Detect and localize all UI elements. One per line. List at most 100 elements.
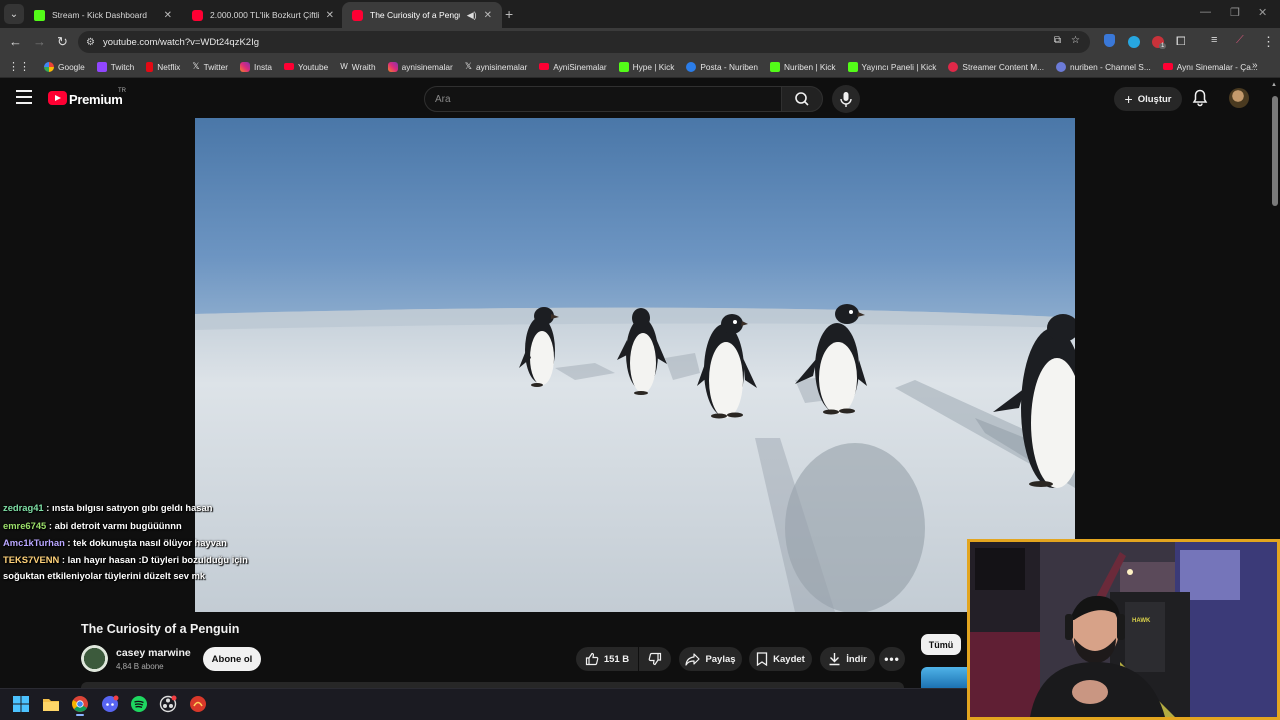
share-button[interactable]: Paylaş bbox=[679, 647, 742, 671]
file-explorer-icon[interactable] bbox=[42, 695, 60, 713]
menu-icon[interactable] bbox=[16, 90, 32, 108]
back-icon[interactable]: ← bbox=[9, 34, 22, 49]
microphone-icon bbox=[840, 92, 852, 107]
bookmark-yayinci-paneli[interactable]: Yayıncı Paneli | Kick bbox=[847, 61, 936, 72]
account-avatar[interactable] bbox=[1229, 88, 1249, 108]
x-icon: 𝕏 bbox=[192, 61, 200, 71]
netflix-icon bbox=[146, 61, 154, 72]
youtube-brand[interactable]: Premium bbox=[69, 92, 123, 107]
maximize-icon[interactable]: ❐ bbox=[1230, 6, 1240, 19]
recommended-thumbnail[interactable] bbox=[921, 667, 969, 689]
close-icon[interactable]: ✕ bbox=[484, 10, 492, 21]
game-launcher-icon[interactable] bbox=[189, 695, 207, 713]
like-button[interactable]: 151 B bbox=[576, 647, 638, 671]
chat-message: TEKS7VENN : lan hayır hasan :D tüyleri b… bbox=[3, 553, 248, 581]
search-button[interactable] bbox=[781, 86, 823, 112]
kick-icon bbox=[34, 9, 45, 21]
profile-icon[interactable]: ⟋ bbox=[1236, 34, 1244, 47]
video-title: The Curiosity of a Penguin bbox=[81, 622, 240, 636]
bookmark-insta[interactable]: Insta bbox=[240, 61, 273, 72]
bookmark-label: Insta bbox=[254, 61, 273, 72]
shield-extension-icon[interactable] bbox=[1104, 34, 1115, 47]
address-bar[interactable]: ⚙ youtube.com/watch?v=WDt24qzK2Ig ⧉ ☆ bbox=[78, 31, 1090, 53]
chat-message: zedrag41 : ınsta bılgısı satıyon gıbı ge… bbox=[3, 502, 213, 513]
extension-icon[interactable] bbox=[1128, 36, 1140, 48]
save-label: Kaydet bbox=[773, 653, 805, 665]
channel-name[interactable]: casey marwine bbox=[116, 647, 191, 659]
menu-dots-icon[interactable]: ⋮ bbox=[1262, 34, 1275, 50]
bookmark-label: Youtube bbox=[298, 61, 329, 72]
tab-search-menu-button[interactable]: ⌄ bbox=[4, 4, 24, 24]
windows-start-icon[interactable] bbox=[12, 695, 30, 713]
bookmark-streamer-content[interactable]: Streamer Content M... bbox=[948, 61, 1044, 72]
site-info-icon[interactable]: ⚙ bbox=[86, 37, 95, 48]
bookmark-nuriben-kick[interactable]: Nuriben | Kick bbox=[770, 61, 836, 72]
minimize-icon[interactable]: — bbox=[1200, 6, 1211, 18]
tab-bozkurt-video[interactable]: 2.000.000 TL'lik Bozkurt Çiftliği ✕ bbox=[182, 2, 344, 28]
scrollbar-thumb[interactable] bbox=[1272, 96, 1278, 206]
discord-icon[interactable] bbox=[101, 695, 119, 713]
search-icon bbox=[795, 92, 809, 106]
speaker-icon[interactable]: ◀) bbox=[467, 10, 477, 21]
tab-title: Stream - Kick Dashboard bbox=[52, 10, 147, 20]
chat-message: Amc1kTurhan : tek dokunuşta nasıl ölüyor… bbox=[3, 537, 227, 548]
close-window-icon[interactable]: ✕ bbox=[1258, 6, 1267, 19]
new-tab-button[interactable]: + bbox=[505, 6, 513, 22]
download-button[interactable]: İndir bbox=[820, 647, 875, 671]
bookmark-star-icon[interactable]: ☆ bbox=[1071, 35, 1080, 46]
save-button[interactable]: Kaydet bbox=[749, 647, 812, 671]
bookmark-google[interactable]: Google bbox=[44, 61, 85, 72]
search-input[interactable]: Ara bbox=[424, 86, 782, 112]
chrome-icon[interactable] bbox=[71, 695, 89, 713]
obs-icon[interactable] bbox=[159, 695, 177, 713]
reload-icon[interactable]: ↻ bbox=[57, 34, 68, 50]
instagram-icon bbox=[240, 61, 251, 72]
share-label: Paylaş bbox=[705, 653, 736, 665]
twitch-icon bbox=[96, 61, 107, 72]
active-app-indicator bbox=[76, 714, 84, 716]
bookmark-aynisinemalar-insta[interactable]: aynisinemalar bbox=[387, 61, 453, 72]
youtube-logo-icon[interactable] bbox=[48, 91, 67, 105]
bookmark-nuriben-channel[interactable]: nuriben - Channel S... bbox=[1056, 61, 1151, 72]
bookmark-wraith[interactable]: W Wraith bbox=[340, 62, 375, 72]
tab-curiosity-penguin[interactable]: The Curiosity of a Penguin ◀) ✕ bbox=[342, 2, 502, 28]
chat-text: ınsta bılgısı satıyon gıbı geldı hasan bbox=[52, 502, 213, 513]
bookmark-aynisinemalar-yt[interactable]: AyniSinemalar bbox=[539, 62, 607, 72]
chat-text: abi detroit varmı bugüüünnn bbox=[54, 519, 182, 531]
bookmark-youtube[interactable]: Youtube bbox=[284, 62, 328, 72]
apps-grid-icon[interactable]: ⋮⋮ bbox=[8, 60, 30, 73]
media-controls-icon[interactable]: ≡ bbox=[1211, 34, 1217, 46]
bookmark-ayni-sinemalar[interactable]: Aynı Sinemalar - Ça... bbox=[1162, 62, 1258, 72]
spotify-icon[interactable] bbox=[130, 695, 148, 713]
bookmark-netflix[interactable]: Netflix bbox=[146, 61, 180, 72]
subscribe-button[interactable]: Abone ol bbox=[203, 647, 261, 671]
channel-avatar[interactable] bbox=[81, 645, 108, 672]
bookmark-posta[interactable]: Posta - Nuriben bbox=[686, 61, 758, 72]
close-icon[interactable]: ✕ bbox=[326, 10, 334, 21]
penguin-scene bbox=[195, 304, 1075, 612]
svg-text:HAWK: HAWK bbox=[1132, 618, 1151, 624]
voice-search-button[interactable] bbox=[832, 85, 860, 113]
bookmark-twitter[interactable]: 𝕏 Twitter bbox=[192, 61, 228, 72]
close-icon[interactable]: ✕ bbox=[164, 10, 172, 21]
dislike-button[interactable] bbox=[639, 647, 671, 671]
bookmark-label: Twitch bbox=[110, 61, 135, 72]
more-actions-button[interactable]: ••• bbox=[879, 647, 905, 671]
puzzle-extensions-icon[interactable]: ⧠ bbox=[1176, 34, 1186, 49]
streamer-icon bbox=[948, 61, 959, 72]
bookmark-label: Nuriben | Kick bbox=[784, 61, 836, 72]
video-player[interactable] bbox=[195, 118, 1075, 612]
bookmark-twitch[interactable]: Twitch bbox=[96, 61, 135, 72]
notifications-button[interactable] bbox=[1192, 89, 1208, 112]
bookmark-aynisinemalar-x[interactable]: 𝕏aynisinemalar bbox=[465, 61, 527, 72]
bookmark-label: nuriben - Channel S... bbox=[1070, 61, 1151, 72]
forward-icon[interactable]: → bbox=[33, 34, 46, 49]
tab-kick-dashboard[interactable]: Stream - Kick Dashboard ✕ bbox=[24, 2, 182, 28]
filter-chip-all[interactable]: Tümü bbox=[921, 634, 961, 655]
x-icon: 𝕏 bbox=[464, 61, 473, 71]
cast-icon[interactable]: ⧉ bbox=[1054, 35, 1061, 46]
more-bookmarks-icon[interactable]: » bbox=[1252, 60, 1258, 71]
scroll-up-icon[interactable]: ▲ bbox=[1271, 82, 1277, 88]
bookmark-hype-kick[interactable]: Hype | Kick bbox=[618, 61, 674, 72]
create-button[interactable]: + Oluştur bbox=[1114, 87, 1182, 111]
